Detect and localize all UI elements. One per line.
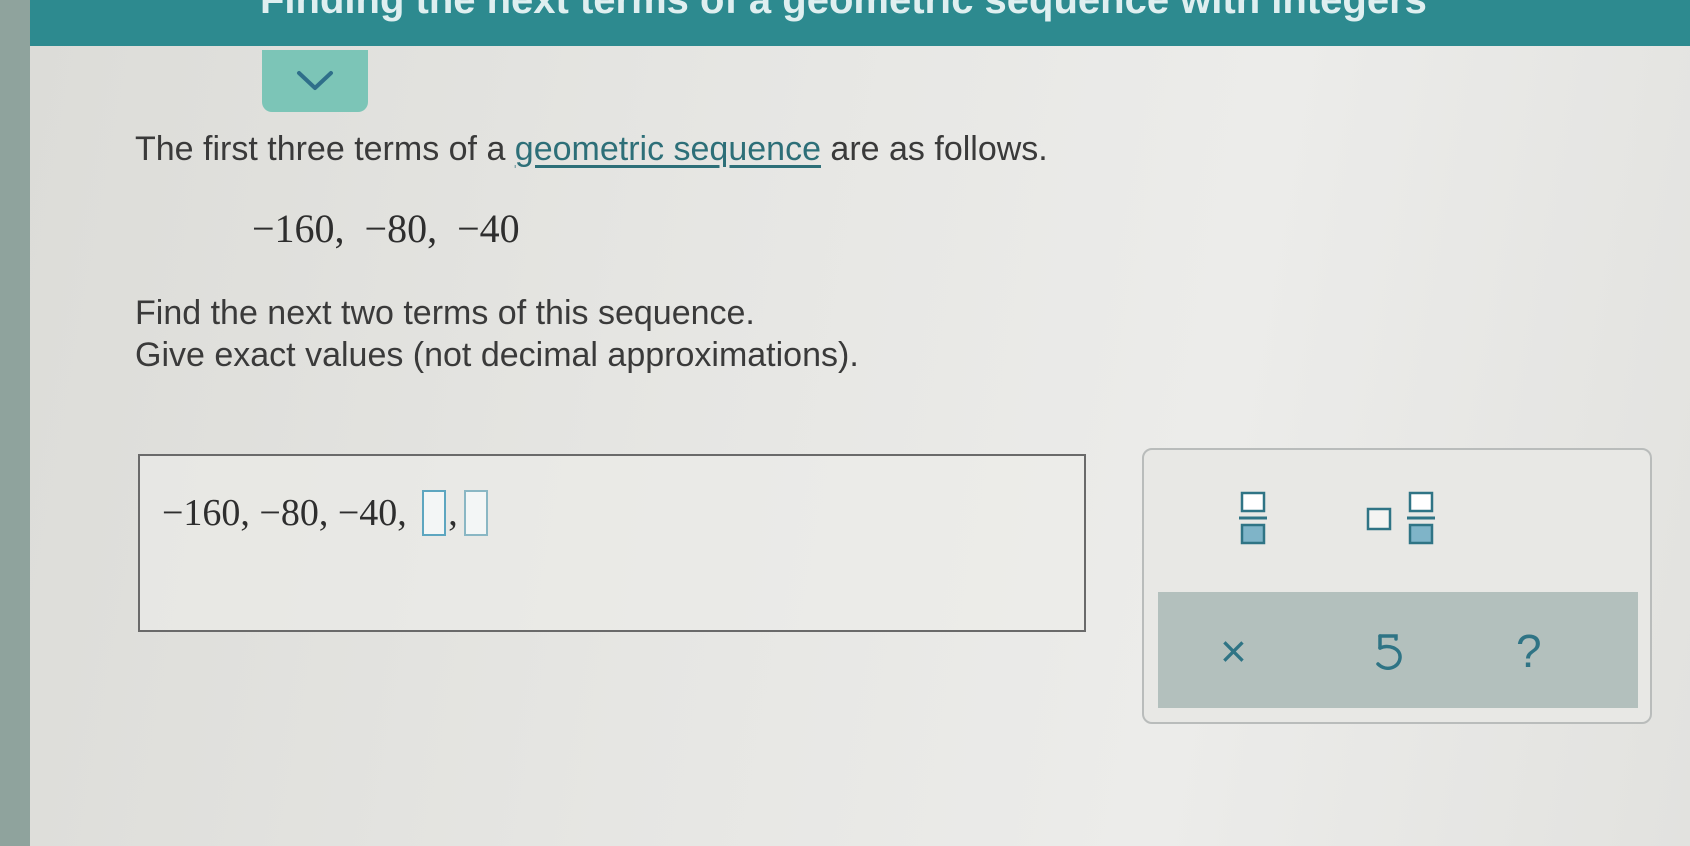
answer-row: −160, −80, −40, ,	[162, 490, 488, 536]
answer-blank-term-4[interactable]	[422, 490, 447, 536]
prompt-text-after: are as follows.	[820, 130, 1048, 168]
mixed-number-icon	[1366, 491, 1435, 545]
prompt-text-before: The first three terms of a	[135, 130, 515, 168]
fraction-button[interactable]	[1238, 490, 1268, 551]
undo-icon	[1376, 634, 1402, 670]
help-button[interactable]: ?	[1516, 628, 1542, 674]
answer-separator: ,	[448, 492, 458, 534]
answer-box: −160, −80, −40, ,	[138, 454, 1086, 632]
instruction-line-1: Find the next two terms of this sequence…	[135, 294, 755, 332]
math-keypad: × ?	[1142, 448, 1652, 724]
keypad-action-bar: × ?	[1158, 592, 1638, 708]
undo-button[interactable]	[1368, 630, 1408, 681]
chevron-down-icon	[297, 71, 333, 90]
geometric-sequence-link[interactable]: geometric sequence	[515, 130, 821, 168]
clear-button[interactable]: ×	[1220, 628, 1247, 674]
collapse-toggle-button[interactable]	[262, 50, 368, 112]
question-prompt: The first three terms of a geometric seq…	[135, 130, 1048, 169]
instruction-line-2: Give exact values (not decimal approxima…	[135, 336, 859, 374]
topic-title: Finding the next terms of a geometric se…	[260, 0, 1427, 22]
fraction-icon	[1239, 491, 1267, 545]
screen: Finding the next terms of a geometric se…	[30, 0, 1690, 846]
given-terms: −160, −80, −40	[252, 206, 520, 251]
topbar: Finding the next terms of a geometric se…	[30, 0, 1690, 46]
answer-blank-term-5[interactable]	[463, 490, 488, 536]
answer-prefix: −160, −80, −40,	[162, 492, 417, 534]
mixed-number-button[interactable]	[1366, 490, 1442, 551]
